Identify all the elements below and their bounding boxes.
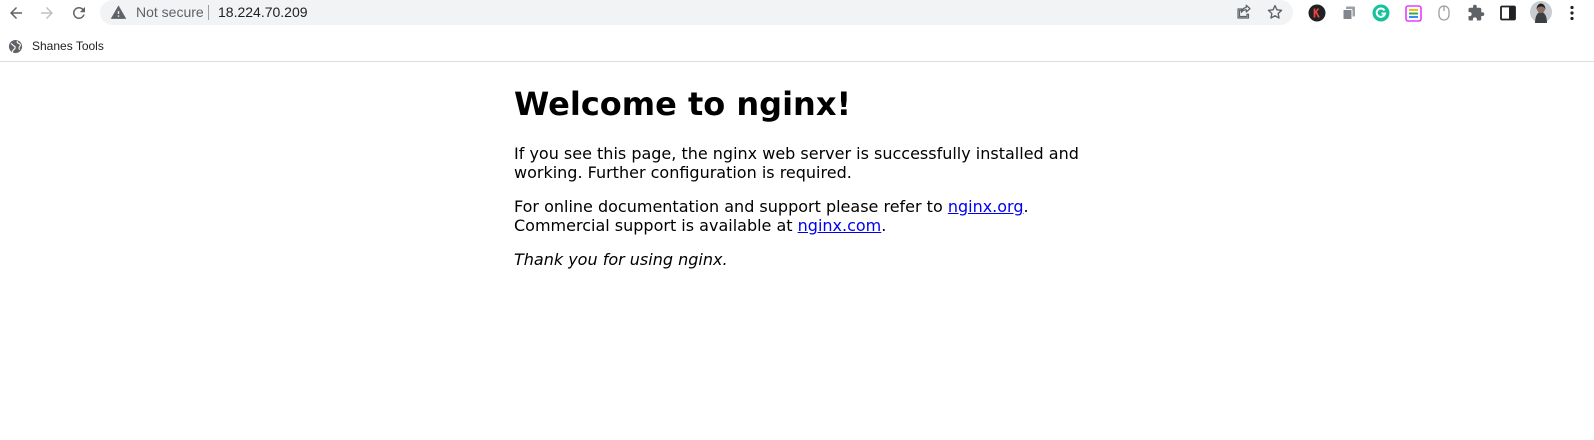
reload-button[interactable] <box>67 2 91 24</box>
support-period-1: . <box>1023 197 1029 216</box>
support-period-2: . <box>881 216 887 235</box>
support-text-2: Commercial support is available at <box>514 216 798 235</box>
intro-paragraph: If you see this page, the nginx web serv… <box>514 144 1079 182</box>
thank-you-text: Thank you for using nginx. <box>514 250 728 269</box>
address-bar[interactable]: Not secure 18.224.70.209 <box>100 0 1293 25</box>
grid-extension-icon[interactable] <box>1403 3 1423 23</box>
bookmark-label: Shanes Tools <box>32 39 104 53</box>
url-text[interactable]: 18.224.70.209 <box>218 4 308 21</box>
kebab-menu-icon[interactable] <box>1562 3 1582 23</box>
mouse-extension-icon[interactable] <box>1434 3 1454 23</box>
side-panel-icon[interactable] <box>1498 3 1518 23</box>
warning-icon[interactable] <box>110 4 127 21</box>
support-line-1: For online documentation and support ple… <box>514 197 1029 216</box>
page-title: Welcome to nginx! <box>514 85 852 123</box>
omnibox-divider <box>208 5 209 20</box>
puzzle-icon[interactable] <box>1466 3 1486 23</box>
grammarly-icon[interactable] <box>1371 3 1391 23</box>
share-icon[interactable] <box>1235 3 1253 21</box>
support-line-2: Commercial support is available at nginx… <box>514 216 1029 235</box>
security-label[interactable]: Not secure <box>136 4 204 21</box>
forward-button[interactable] <box>35 2 59 24</box>
support-paragraph: For online documentation and support ple… <box>514 197 1029 235</box>
browser-toolbar: Not secure 18.224.70.209 <box>0 0 1594 26</box>
support-text-1: For online documentation and support ple… <box>514 197 948 216</box>
back-icon <box>10 7 22 19</box>
star-icon[interactable] <box>1266 3 1284 21</box>
bookmarks-bar: Shanes Tools <box>0 30 1594 62</box>
globe-icon <box>8 39 23 53</box>
bookmark-shanes-tools[interactable]: Shanes Tools <box>8 36 104 56</box>
nginx-com-link[interactable]: nginx.com <box>798 216 882 235</box>
reload-icon <box>72 6 85 19</box>
back-button[interactable] <box>4 2 28 24</box>
copy-extension-icon[interactable] <box>1339 3 1359 23</box>
intro-line-1: If you see this page, the nginx web serv… <box>514 144 1079 163</box>
intro-line-2: working. Further configuration is requir… <box>514 163 852 182</box>
profile-avatar[interactable] <box>1530 1 1552 23</box>
forward-icon <box>41 7 53 19</box>
k-extension-icon[interactable] <box>1307 3 1327 23</box>
nginx-org-link[interactable]: nginx.org <box>948 197 1024 216</box>
